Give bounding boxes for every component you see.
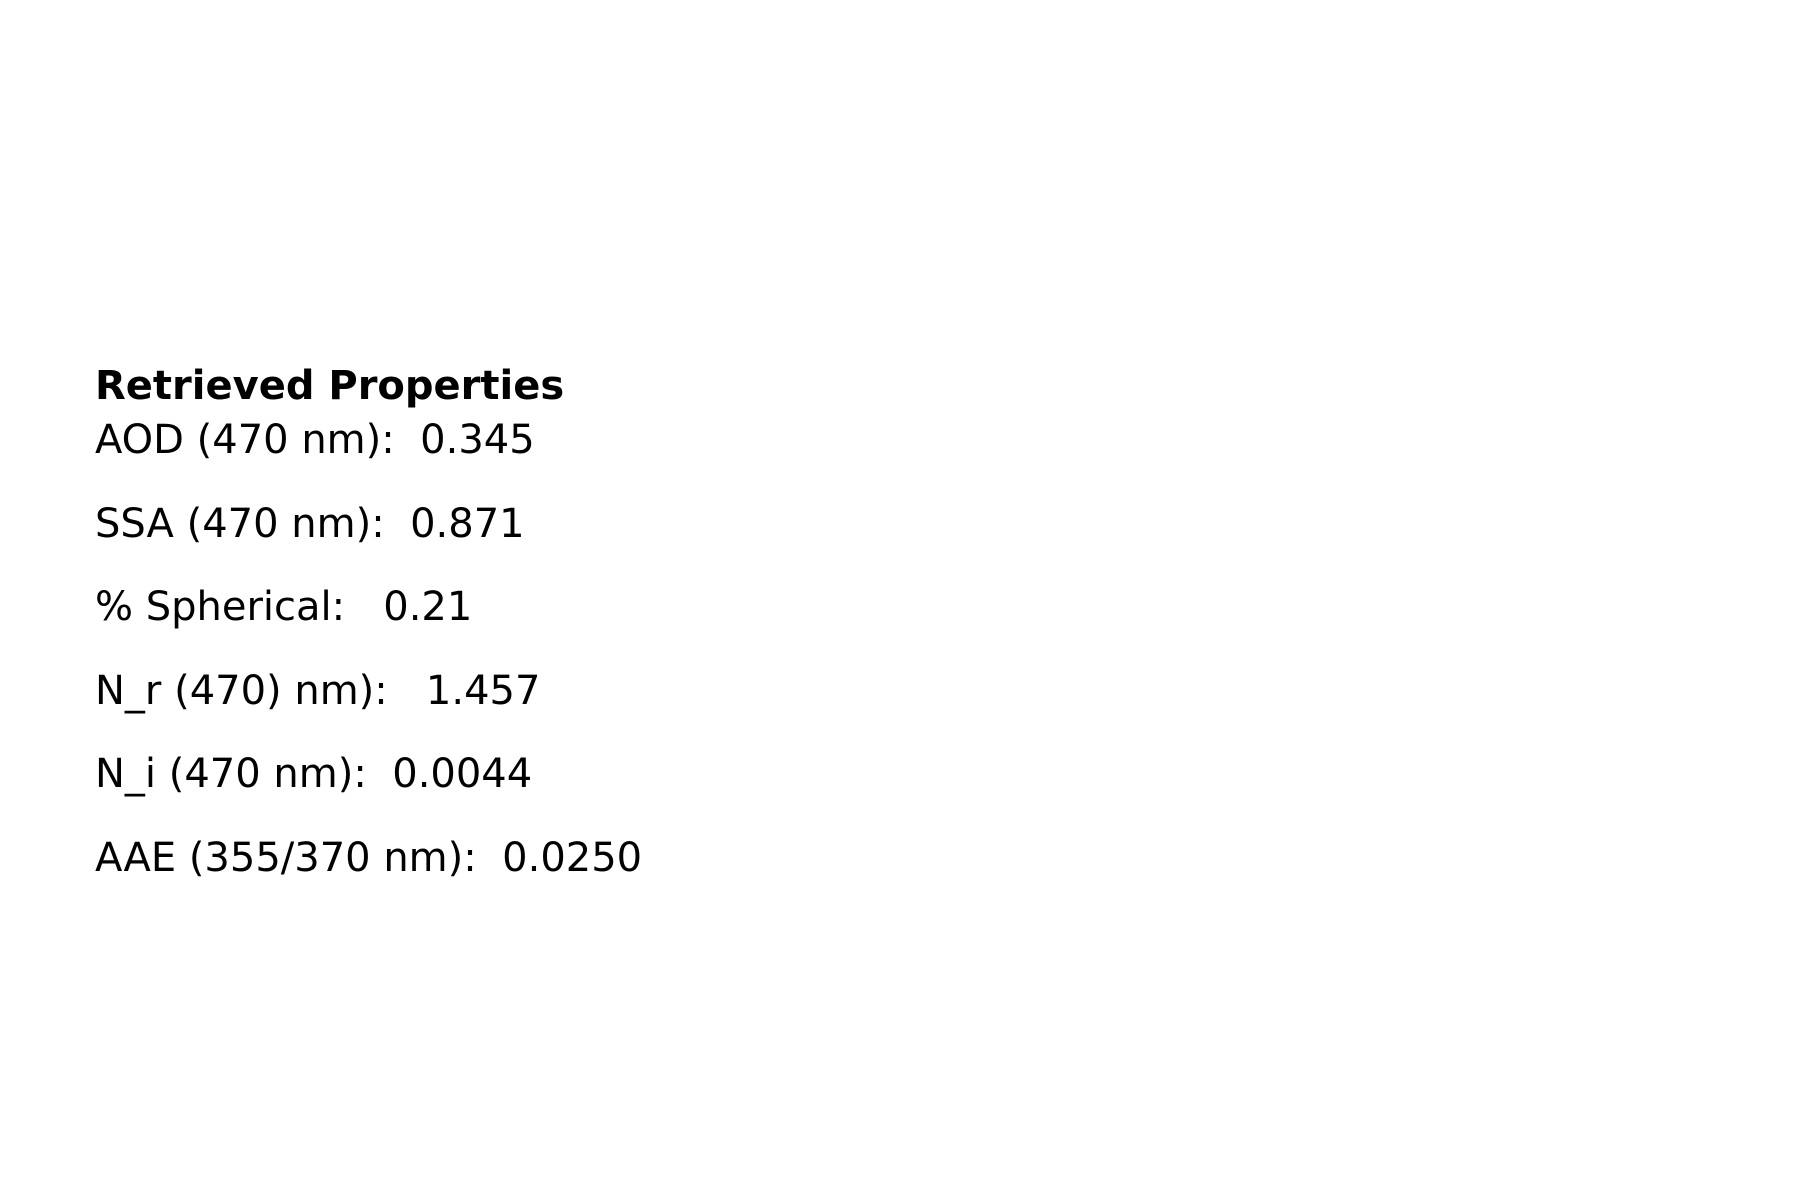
property-n-r: N_r (470) nm): 1.457 — [95, 667, 541, 714]
property-aod: AOD (470 nm): 0.345 — [95, 417, 535, 463]
property-list: AOD (470 nm): 0.345 SSA (470 nm): 0.871 … — [95, 416, 642, 917]
property-aae: AAE (355/370 nm): 0.0250 — [95, 834, 643, 881]
page: Retrieved Properties AOD (470 nm): 0.345… — [0, 0, 1800, 1200]
property-ssa: SSA (470 nm): 0.871 — [95, 500, 525, 547]
panel-title: Retrieved Properties — [95, 363, 565, 409]
property-spherical: % Spherical: 0.21 — [95, 584, 473, 630]
property-n-i: N_i (470 nm): 0.0044 — [95, 751, 533, 797]
retrieved-properties-panel: Retrieved Properties AOD (470 nm): 0.345… — [95, 366, 642, 917]
